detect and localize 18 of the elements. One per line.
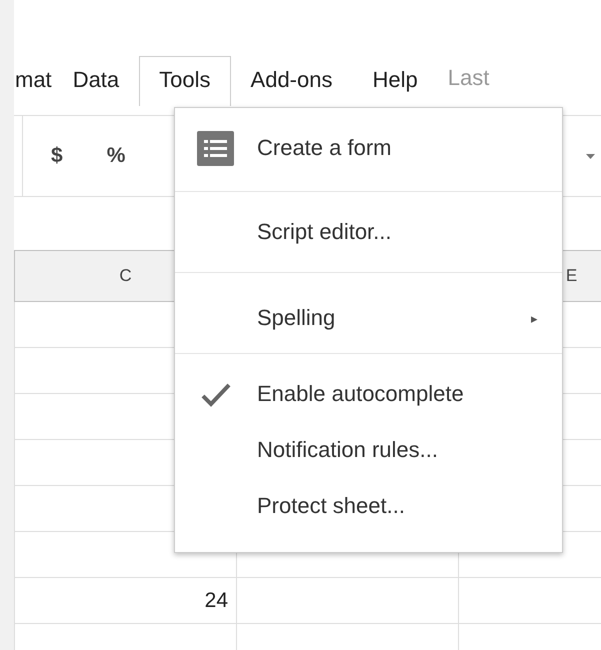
form-icon xyxy=(197,130,234,166)
menu-item[interactable]: Enable autocomplete xyxy=(175,366,562,422)
dropdown-caret-icon[interactable] xyxy=(586,154,595,158)
toolbar-button[interactable]: % xyxy=(106,144,126,168)
menu-bar-item[interactable]: Tools xyxy=(139,56,231,106)
menu-bar-item[interactable]: Help xyxy=(352,56,438,106)
submenu-arrow-icon: ▸ xyxy=(531,310,538,326)
column-letter: E xyxy=(566,266,578,286)
toolbar-button[interactable]: $ xyxy=(51,144,63,168)
menu-item[interactable]: Notification rules... xyxy=(175,422,562,478)
menu-item[interactable]: Protect sheet... xyxy=(175,478,562,534)
menu-bar-item[interactable]: Data xyxy=(52,56,140,106)
menu-bar-item[interactable]: Add-ons xyxy=(230,56,352,106)
column-letter: C xyxy=(119,266,132,286)
menu-item[interactable]: Create a form xyxy=(175,125,562,171)
menu-item[interactable]: Script editor... xyxy=(175,212,562,252)
cell-value: 24 xyxy=(204,588,228,612)
menu-bar-item[interactable]: mat xyxy=(14,56,53,106)
